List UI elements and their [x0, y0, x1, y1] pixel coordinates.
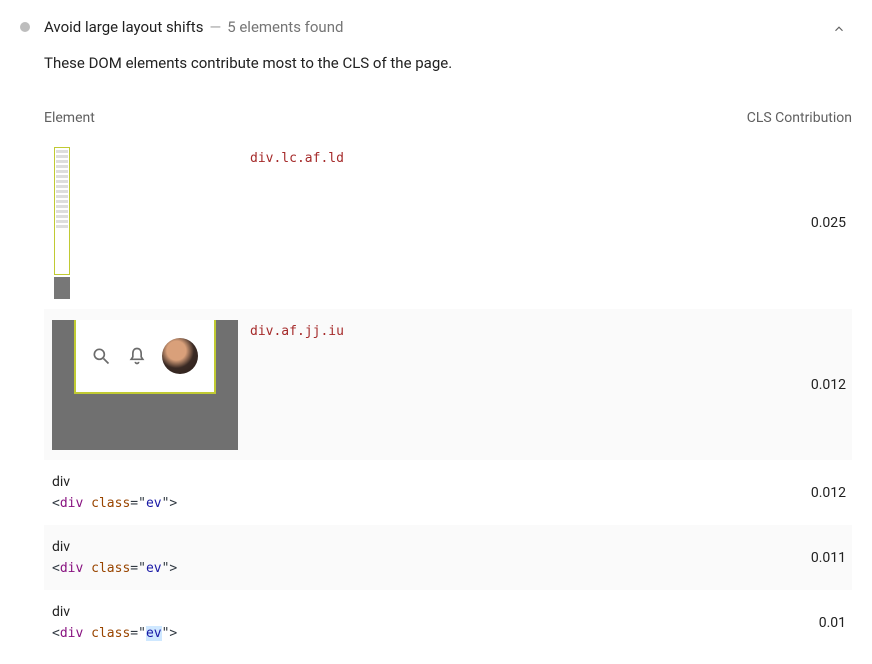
audit-title: Avoid large layout shifts [44, 18, 203, 36]
element-selector: div.af.jj.iu [238, 320, 772, 339]
audit-description: These DOM elements contribute most to th… [0, 44, 872, 82]
element-name: div [52, 474, 772, 490]
element-name: div [52, 539, 772, 555]
cls-table: Element CLS Contribution div.lc.af.ld 0.… [44, 110, 852, 655]
cls-value: 0.012 [772, 377, 852, 393]
cls-value: 0.011 [772, 550, 852, 566]
element-code: <div class="ev"> [52, 626, 772, 641]
cls-value: 0.01 [772, 615, 852, 631]
avatar [162, 338, 198, 374]
audit-subtitle: 5 elements found [227, 18, 343, 36]
bell-icon [126, 345, 148, 367]
status-bullet [20, 22, 30, 32]
table-header: Element CLS Contribution [44, 110, 852, 136]
element-code: <div class="ev"> [52, 561, 772, 576]
column-contribution: CLS Contribution [747, 110, 852, 126]
table-row[interactable]: div <div class="ev"> 0.012 [44, 460, 852, 525]
element-thumbnail [52, 147, 238, 299]
table-row[interactable]: div <div class="ev"> 0.011 [44, 525, 852, 590]
element-selector: div.lc.af.ld [238, 147, 772, 166]
table-row[interactable]: div <div class="ev"> 0.01 [44, 590, 852, 655]
cls-value: 0.025 [772, 215, 852, 231]
search-icon [90, 345, 112, 367]
audit-separator: — [209, 18, 221, 36]
element-name: div [52, 604, 772, 620]
element-code: <div class="ev"> [52, 496, 772, 511]
cls-value: 0.012 [772, 485, 852, 501]
table-row[interactable]: div.lc.af.ld 0.025 [44, 136, 852, 309]
table-row[interactable]: div.af.jj.iu 0.012 [44, 309, 852, 460]
chevron-up-icon[interactable] [830, 20, 848, 38]
column-element: Element [44, 110, 95, 126]
audit-section: Avoid large layout shifts — 5 elements f… [0, 0, 872, 655]
audit-header[interactable]: Avoid large layout shifts — 5 elements f… [0, 0, 872, 44]
element-thumbnail [52, 320, 238, 450]
